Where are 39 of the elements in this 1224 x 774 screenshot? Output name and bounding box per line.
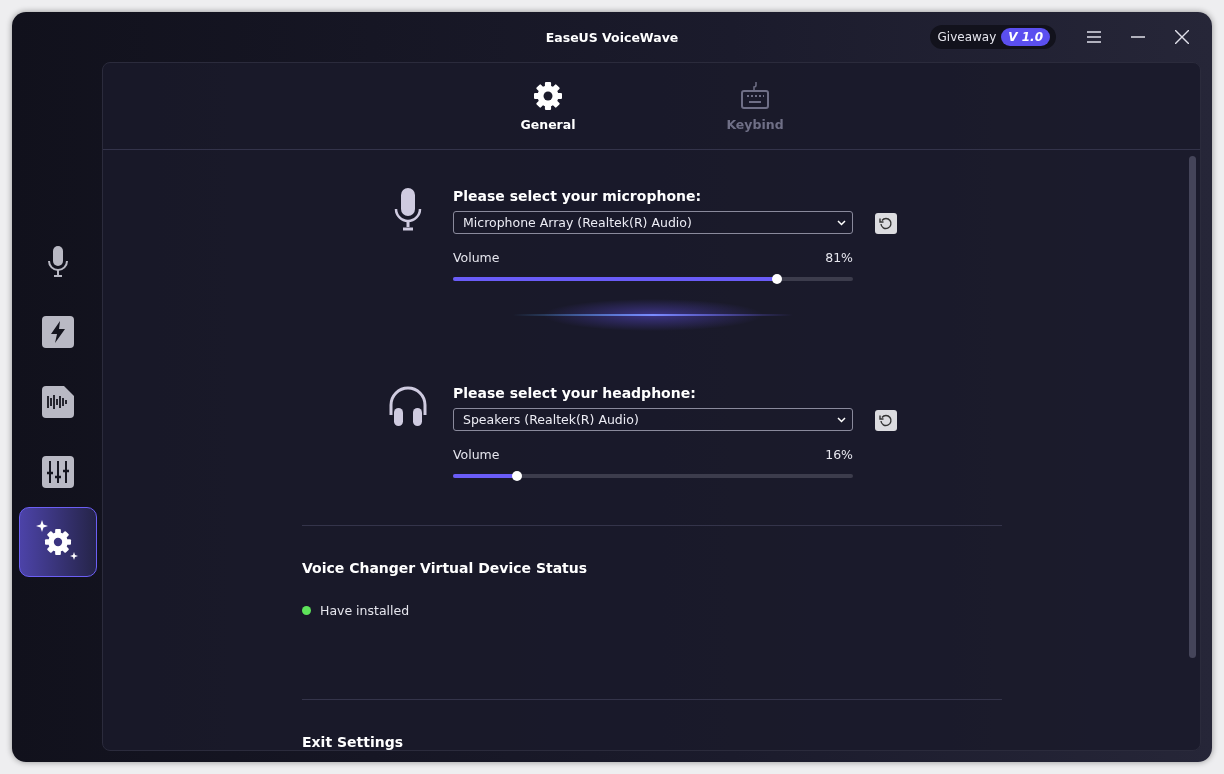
microphone-icon (47, 246, 69, 278)
chevron-down-icon (837, 416, 846, 423)
volume-reading: 81% (825, 250, 853, 265)
keyboard-icon (740, 81, 770, 111)
equalizer-icon (42, 456, 74, 488)
tab[interactable]: Keybind (705, 63, 805, 149)
minimize-icon (1131, 36, 1145, 38)
lightning-icon (42, 316, 74, 348)
waveform-file-icon (42, 386, 74, 418)
gear-icon (533, 81, 563, 111)
menu-icon (1087, 31, 1101, 43)
reset-icon (879, 413, 893, 428)
giveaway-button[interactable]: Giveaway V 1.0 (929, 25, 1056, 49)
volume-slider[interactable] (453, 474, 853, 478)
reset-button[interactable] (875, 410, 897, 431)
device-heading: Please select your microphone: (453, 188, 703, 204)
volume-label: Volume (453, 447, 500, 462)
close-icon (1175, 30, 1189, 44)
device-heading: Please select your headphone: (453, 385, 697, 401)
version-badge: V 1.0 (1001, 28, 1050, 46)
microphone-icon (393, 188, 422, 232)
sidebar-item[interactable] (19, 507, 97, 577)
volume-slider[interactable] (453, 277, 853, 281)
device-dropdown[interactable]: Microphone Array (Realtek(R) Audio) (453, 211, 853, 234)
reset-button[interactable] (875, 213, 897, 234)
chevron-down-icon (837, 219, 846, 226)
slider-thumb[interactable] (512, 471, 522, 481)
tab[interactable]: General (498, 63, 598, 149)
slider-thumb[interactable] (772, 274, 782, 284)
window-title: EaseUS VoiceWave (545, 29, 679, 45)
scrollbar-thumb[interactable] (1189, 156, 1196, 658)
volume-reading: 16% (825, 447, 853, 462)
device-dropdown[interactable]: Speakers (Realtek(R) Audio) (453, 408, 853, 431)
volume-label: Volume (453, 250, 500, 265)
section-heading: Voice Changer Virtual Device Status (302, 560, 589, 576)
reset-icon (879, 216, 893, 231)
exit-settings-heading[interactable]: Exit Settings (302, 734, 1002, 750)
headphones-icon (387, 385, 428, 427)
status-text: Have installed (320, 603, 410, 618)
